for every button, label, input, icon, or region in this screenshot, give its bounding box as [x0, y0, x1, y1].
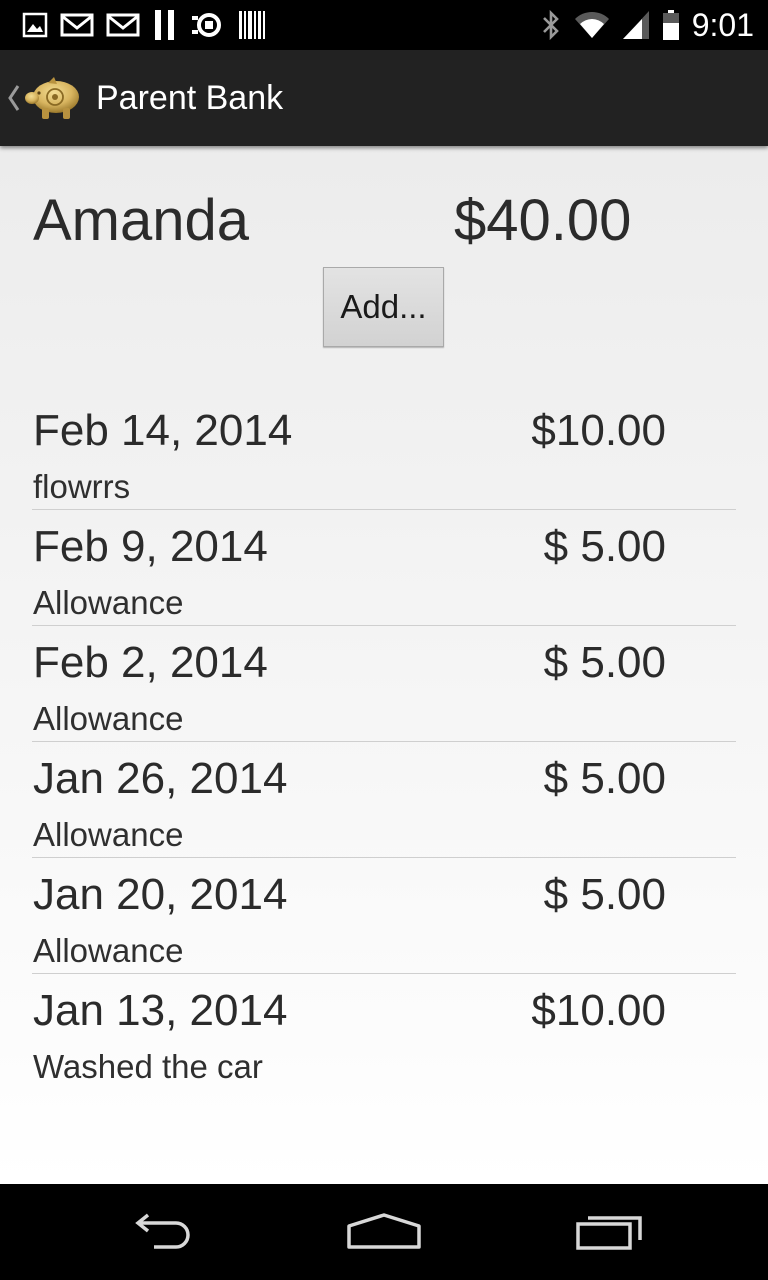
home-icon — [347, 1213, 421, 1249]
gmail-icon — [106, 13, 140, 37]
barcode-icon — [239, 11, 265, 39]
transaction-date: Jan 13, 2014 — [33, 986, 288, 1035]
transaction-amount: $ 5.00 — [543, 522, 666, 571]
transaction-amount: $10.00 — [531, 406, 666, 455]
navigation-bar — [0, 1184, 768, 1280]
sync-icon — [192, 13, 221, 37]
transaction-note: Allowance — [33, 700, 184, 737]
transaction-date: Jan 20, 2014 — [33, 870, 288, 919]
transaction-date: Jan 26, 2014 — [33, 754, 288, 803]
notification-icons — [22, 8, 266, 42]
transaction-row[interactable]: Feb 14, 2014 $10.00 flowrrs — [0, 394, 768, 510]
transaction-row[interactable]: Jan 26, 2014 $ 5.00 Allowance — [0, 742, 768, 858]
account-balance: $40.00 — [454, 188, 632, 253]
up-button[interactable] — [0, 50, 94, 146]
add-transaction-button[interactable]: Add... — [323, 267, 444, 347]
transaction-amount: $10.00 — [531, 986, 666, 1035]
transaction-row[interactable]: Jan 13, 2014 $10.00 Washed the car — [0, 974, 768, 1090]
transaction-row[interactable]: Jan 20, 2014 $ 5.00 Allowance — [0, 858, 768, 974]
piggy-bank-icon — [25, 77, 79, 119]
transaction-amount: $ 5.00 — [543, 754, 666, 803]
account-name: Amanda — [33, 188, 250, 253]
transaction-note: Allowance — [33, 816, 184, 853]
transaction-note: Allowance — [33, 932, 184, 969]
image-icon — [22, 12, 48, 38]
signal-icon — [622, 11, 649, 39]
transaction-amount: $ 5.00 — [543, 870, 666, 919]
status-bar: 9:01 — [0, 0, 768, 50]
transaction-row[interactable]: Feb 9, 2014 $ 5.00 Allowance — [0, 510, 768, 626]
wifi-icon — [574, 11, 609, 38]
system-icons: 9:01 — [540, 8, 754, 42]
back-button[interactable] — [100, 1200, 220, 1264]
transaction-amount: $ 5.00 — [543, 638, 666, 687]
app-title: Parent Bank — [96, 78, 284, 117]
transaction-note: Allowance — [33, 584, 184, 621]
action-bar: Parent Bank — [0, 50, 768, 146]
back-icon — [135, 1213, 190, 1249]
pause-icon — [155, 10, 174, 40]
account-detail: Amanda $40.00 Add... Feb 14, 2014 $10.00… — [0, 146, 768, 1184]
transaction-date: Feb 9, 2014 — [33, 522, 268, 571]
gmail-icon — [60, 13, 94, 37]
transaction-list: Feb 14, 2014 $10.00 flowrrs Feb 9, 2014 … — [0, 394, 768, 1090]
transaction-note: flowrrs — [33, 468, 131, 505]
transaction-date: Feb 2, 2014 — [33, 638, 268, 687]
transaction-row[interactable]: Feb 2, 2014 $ 5.00 Allowance — [0, 626, 768, 742]
home-button[interactable] — [324, 1200, 444, 1264]
recents-icon — [576, 1216, 642, 1250]
chevron-left-icon — [8, 85, 20, 111]
bluetooth-icon — [542, 9, 559, 41]
battery-icon — [662, 10, 679, 40]
clock: 9:01 — [691, 7, 754, 43]
transaction-date: Feb 14, 2014 — [33, 406, 293, 455]
recents-button[interactable] — [550, 1200, 670, 1264]
transaction-note: Washed the car — [33, 1048, 263, 1085]
